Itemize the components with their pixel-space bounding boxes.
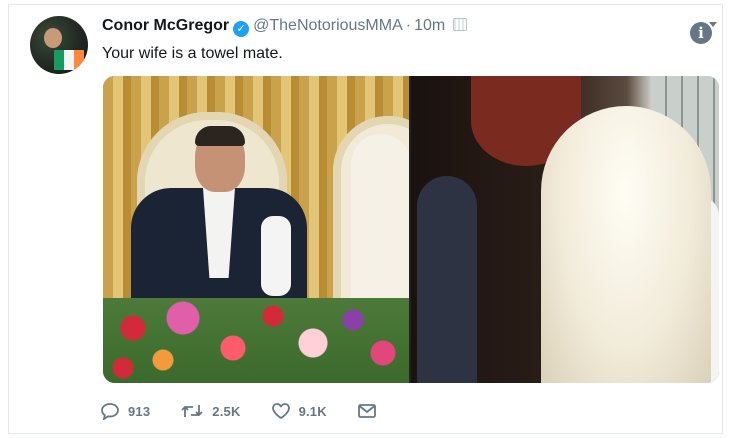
bride-veil [541,106,711,383]
like-count: 9.1K [298,403,327,419]
timestamp[interactable]: 10m [414,17,445,34]
retweet-count: 2.5K [212,403,241,419]
flag-stripe-white [64,50,74,70]
tweet-text: Your wife is a towel mate. [102,45,283,62]
like-icon [271,403,290,419]
media-icon [453,18,468,31]
reply-button[interactable]: 913 [100,402,150,420]
veil-left-photo [351,134,409,324]
white-glove [261,216,291,296]
flag-stripe-orange [74,50,84,70]
separator-dot: · [405,17,412,34]
man-hair [195,126,245,146]
reply-icon [101,403,119,420]
display-name[interactable]: Conor McGregor [102,17,229,34]
direct-message-button[interactable] [357,402,385,420]
card-border-bottom [8,433,723,434]
photo-left[interactable] [103,76,409,383]
verified-badge-icon: ✓ [233,21,250,37]
retweet-button[interactable]: 2.5K [180,402,240,420]
card-border-right [722,4,723,434]
tweet-header: Conor McGregor ✓ @TheNotoriousMMA · 10m [102,16,468,37]
photo-right[interactable] [411,76,719,383]
tweet-actions: 913 2.5K 9.1K [100,400,415,422]
info-icon[interactable]: i [690,22,717,44]
card-border-top [8,4,723,5]
retweet-icon [181,405,203,417]
user-handle[interactable]: @TheNotoriousMMA [253,17,403,34]
card-border-left [8,4,9,434]
flag-stripe-green [54,50,64,70]
tweet-media[interactable] [103,76,719,383]
avatar[interactable] [30,16,88,74]
reply-count: 913 [128,403,151,419]
avatar-figure [44,28,62,48]
like-button[interactable]: 9.1K [271,402,327,420]
tweet-card: Conor McGregor ✓ @TheNotoriousMMA · 10m Your… [0,0,731,438]
message-icon [357,404,376,418]
background-person-left [417,176,477,383]
flower-arrangement [103,298,409,383]
